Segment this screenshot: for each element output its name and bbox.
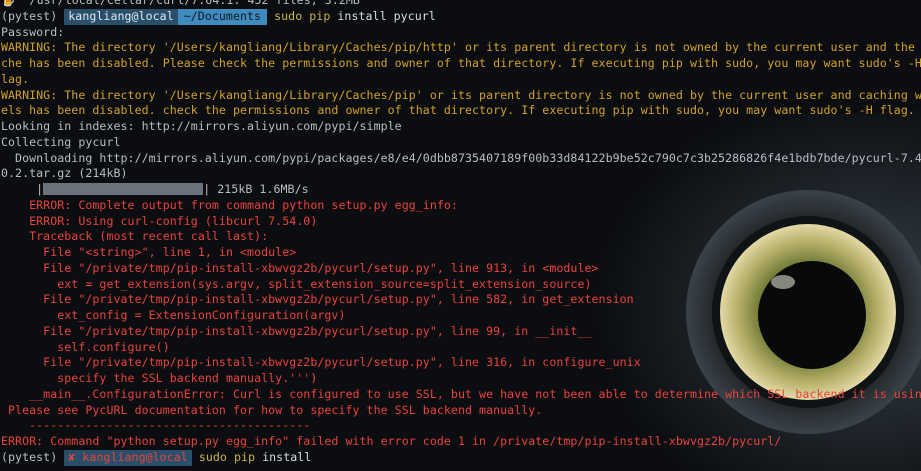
output-line: Password: (1, 24, 65, 39)
output-line: Please see PycURL documentation for how … (1, 402, 543, 417)
shell-prompt-line: (pytest) kangliang@local ~/Documents sudo… (1, 8, 921, 25)
progress-bar (43, 183, 204, 195)
output-line: Collecting pycurl (1, 134, 121, 149)
output-line: WARNING: The directory '/Users/kangliang… (1, 40, 921, 55)
output-line: Downloading http://mirrors.aliyun.com/py… (1, 150, 921, 165)
shell-prompt-line-current: (pytest) ✘ kangliang@local sudo pip inst… (1, 449, 921, 466)
output-line: ext = get_extension(sys.argv, split_exte… (1, 276, 592, 291)
progress-suffix: | 215kB 1.6MB/s (203, 182, 309, 196)
virtualenv-label: (pytest) (1, 8, 58, 23)
output-line: __main__.ConfigurationError: Curl is con… (1, 386, 921, 401)
output-line: File "/private/tmp/pip-install-xbwvgz2b/… (1, 292, 634, 307)
command-sudo: sudo (274, 8, 303, 23)
output-line: File "<string>", line 1, in <module> (1, 245, 297, 259)
prompt-dir-segment: ~/Documents (177, 8, 268, 25)
output-line: ERROR: Command "python setup.py egg_info… (1, 434, 782, 448)
output-line: File "/private/tmp/pip-install-xbwvgz2b/… (1, 355, 641, 370)
output-line: 0.2.tar.gz (214kB) (1, 166, 128, 181)
virtualenv-label: (pytest) (1, 449, 58, 464)
command-sudo: sudo (198, 449, 227, 464)
progress-prefix: | (1, 182, 44, 196)
output-line: specify the SSL backend manually.''') (1, 371, 318, 385)
output-line: Looking in indexes: http://mirrors.aliyu… (1, 119, 402, 133)
output-line: self.configure() (1, 339, 170, 354)
command-args: install pycurl (337, 8, 436, 23)
output-line: lag. (1, 71, 30, 86)
output-line: 🍺 /usr/local/Cellar/curl/7.64.1: 452 fil… (1, 0, 360, 7)
output-line: WARNING: The directory '/Users/kangliang… (1, 87, 921, 102)
output-line: els has been disabled. check the permiss… (1, 103, 915, 118)
terminal-output[interactable]: 🍺 /usr/local/Cellar/curl/7.64.1: 452 fil… (0, 0, 921, 471)
output-line: File "/private/tmp/pip-install-xbwvgz2b/… (1, 323, 592, 338)
prompt-status-segment: ✘ kangliang@local (64, 449, 192, 466)
output-line: ext_config = ExtensionConfiguration(argv… (1, 308, 346, 322)
output-line: ---------------------------------------- (1, 418, 311, 433)
output-line: Traceback (most recent call last): (1, 229, 269, 244)
prompt-user-segment: kangliang@local (64, 8, 178, 25)
command-pip: pip (309, 8, 331, 23)
output-line: che has been disabled. Please check the … (1, 56, 921, 70)
output-line: ERROR: Using curl-config (libcurl 7.54.0… (1, 213, 318, 228)
output-line: File "/private/tmp/pip-install-xbwvgz2b/… (1, 260, 599, 275)
output-line: ERROR: Complete output from command pyth… (1, 197, 458, 212)
command-args: install (262, 449, 312, 464)
command-pip: pip (233, 449, 256, 464)
download-progress-line: | | 215kB 1.6MB/s (1, 182, 921, 198)
